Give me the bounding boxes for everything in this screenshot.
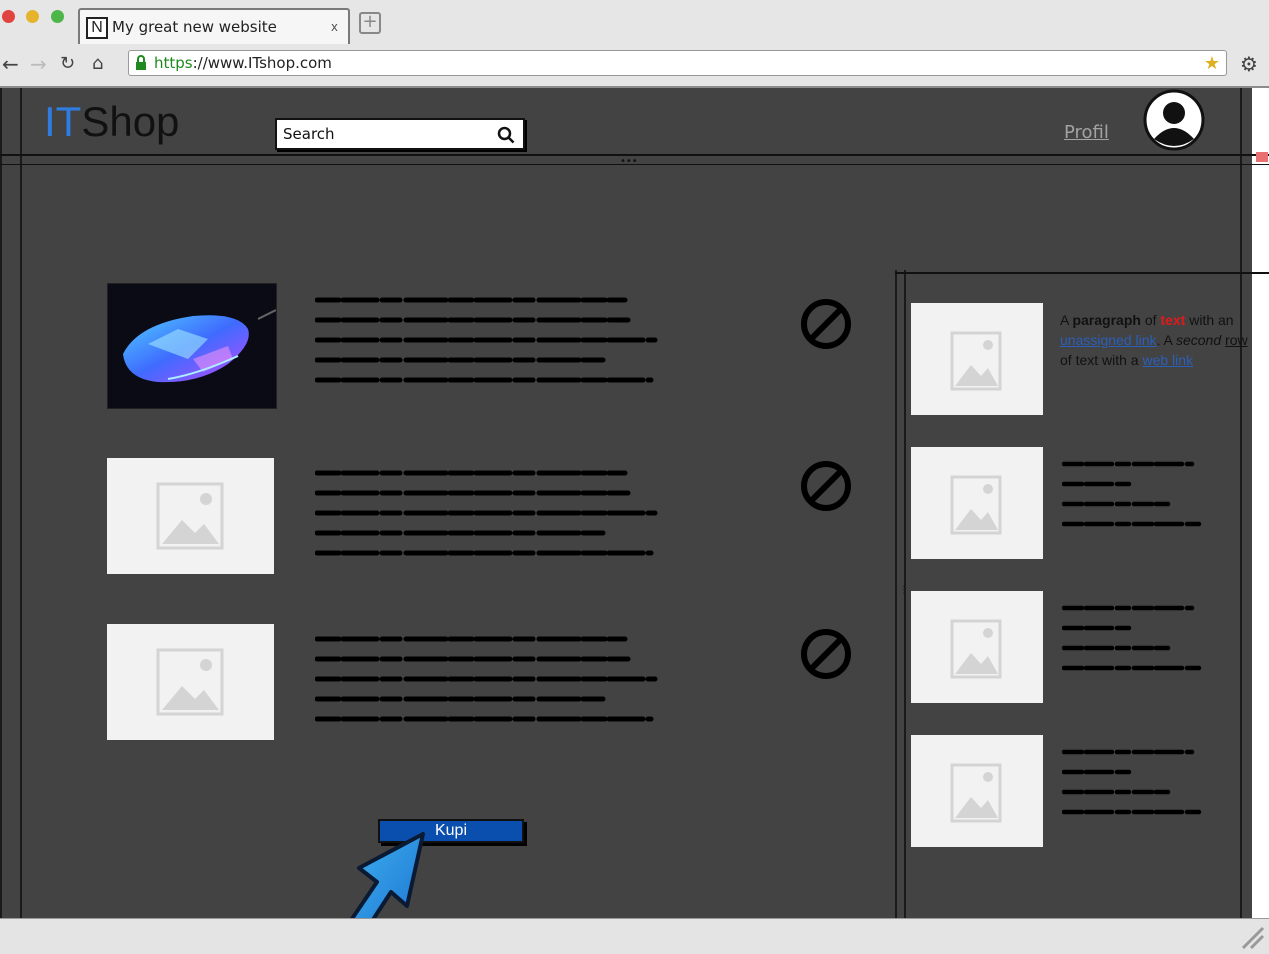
sidebar-image[interactable]	[911, 447, 1043, 559]
product-description	[315, 470, 658, 556]
product-image[interactable]	[107, 458, 274, 574]
unassigned-link[interactable]: unassigned link	[1060, 332, 1157, 348]
sidebar-divider	[895, 270, 897, 918]
sidebar-top-line	[895, 272, 1269, 274]
home-icon[interactable]: ⌂	[92, 54, 103, 74]
gear-icon[interactable]: ⚙	[1240, 52, 1258, 76]
product-image[interactable]	[107, 624, 274, 740]
blocked-icon[interactable]	[799, 627, 853, 681]
address-bar[interactable]: https://www.ITshop.com ★	[128, 50, 1227, 76]
left-border	[0, 88, 2, 918]
sidebar-image[interactable]	[911, 591, 1043, 703]
reload-icon[interactable]: ↻	[60, 54, 75, 74]
product-description	[315, 297, 658, 383]
sidebar-resize-handle[interactable]: ⋮	[899, 586, 909, 596]
image-placeholder-icon	[156, 482, 224, 550]
tab-title: My great new website	[112, 18, 277, 36]
logo-shop: Shop	[81, 98, 180, 145]
search-placeholder: Search	[283, 125, 335, 143]
logo[interactable]: ITShop	[44, 100, 179, 144]
image-placeholder-icon	[156, 648, 224, 716]
resize-grip-icon[interactable]	[1239, 924, 1265, 950]
marker-flag-icon	[1256, 152, 1268, 162]
image-placeholder-icon	[950, 475, 1002, 535]
back-arrow-icon[interactable]: ←	[2, 54, 19, 74]
blocked-icon[interactable]	[799, 297, 853, 351]
sidebar-image[interactable]	[911, 303, 1043, 415]
blocked-icon[interactable]	[799, 459, 853, 513]
browser-tab[interactable]: N My great new website x	[78, 8, 350, 44]
scrollbar[interactable]	[1252, 88, 1269, 918]
image-placeholder-icon	[950, 763, 1002, 823]
sidebar-item-text	[1062, 605, 1205, 671]
sidebar-item-text	[1062, 461, 1205, 527]
page-viewport: ITShop Search Profil ••• A paragraph of …	[0, 88, 1269, 918]
lock-icon	[136, 55, 146, 70]
sidebar-item-text	[1062, 749, 1205, 815]
close-tab-icon[interactable]: x	[331, 20, 338, 34]
product-description	[315, 636, 658, 722]
resize-handle-dots[interactable]: •••	[620, 157, 638, 167]
logo-it: IT	[44, 98, 82, 145]
url-host: ://www.ITshop.com	[192, 54, 332, 72]
close-window-button[interactable]	[2, 10, 15, 23]
left-margin-line	[20, 88, 22, 918]
pointer-arrow-icon	[350, 832, 425, 918]
sidebar-image[interactable]	[911, 735, 1043, 847]
url-protocol: https	[154, 54, 193, 72]
minimize-window-button[interactable]	[26, 10, 39, 23]
search-icon[interactable]	[497, 126, 515, 144]
maximize-window-button[interactable]	[51, 10, 64, 23]
status-bar	[0, 918, 1269, 954]
sidebar-paragraph: A paragraph of text with an unassigned l…	[1060, 312, 1248, 368]
right-margin-line	[1240, 88, 1242, 918]
favicon-icon: N	[86, 17, 108, 39]
browser-chrome: N My great new website x + ← → ↻ ⌂ https…	[0, 0, 1269, 88]
product-image-mouse[interactable]	[107, 283, 277, 409]
new-tab-button[interactable]: +	[359, 12, 381, 34]
url-text: https://www.ITshop.com	[154, 54, 332, 72]
search-input[interactable]: Search	[275, 118, 525, 150]
image-placeholder-icon	[950, 619, 1002, 679]
bookmark-star-icon[interactable]: ★	[1204, 53, 1220, 74]
image-placeholder-icon	[950, 331, 1002, 391]
forward-arrow-icon[interactable]: →	[30, 54, 47, 74]
avatar-icon[interactable]	[1143, 89, 1205, 151]
web-link[interactable]: web link	[1142, 352, 1193, 368]
profile-link[interactable]: Profil	[1064, 122, 1109, 143]
